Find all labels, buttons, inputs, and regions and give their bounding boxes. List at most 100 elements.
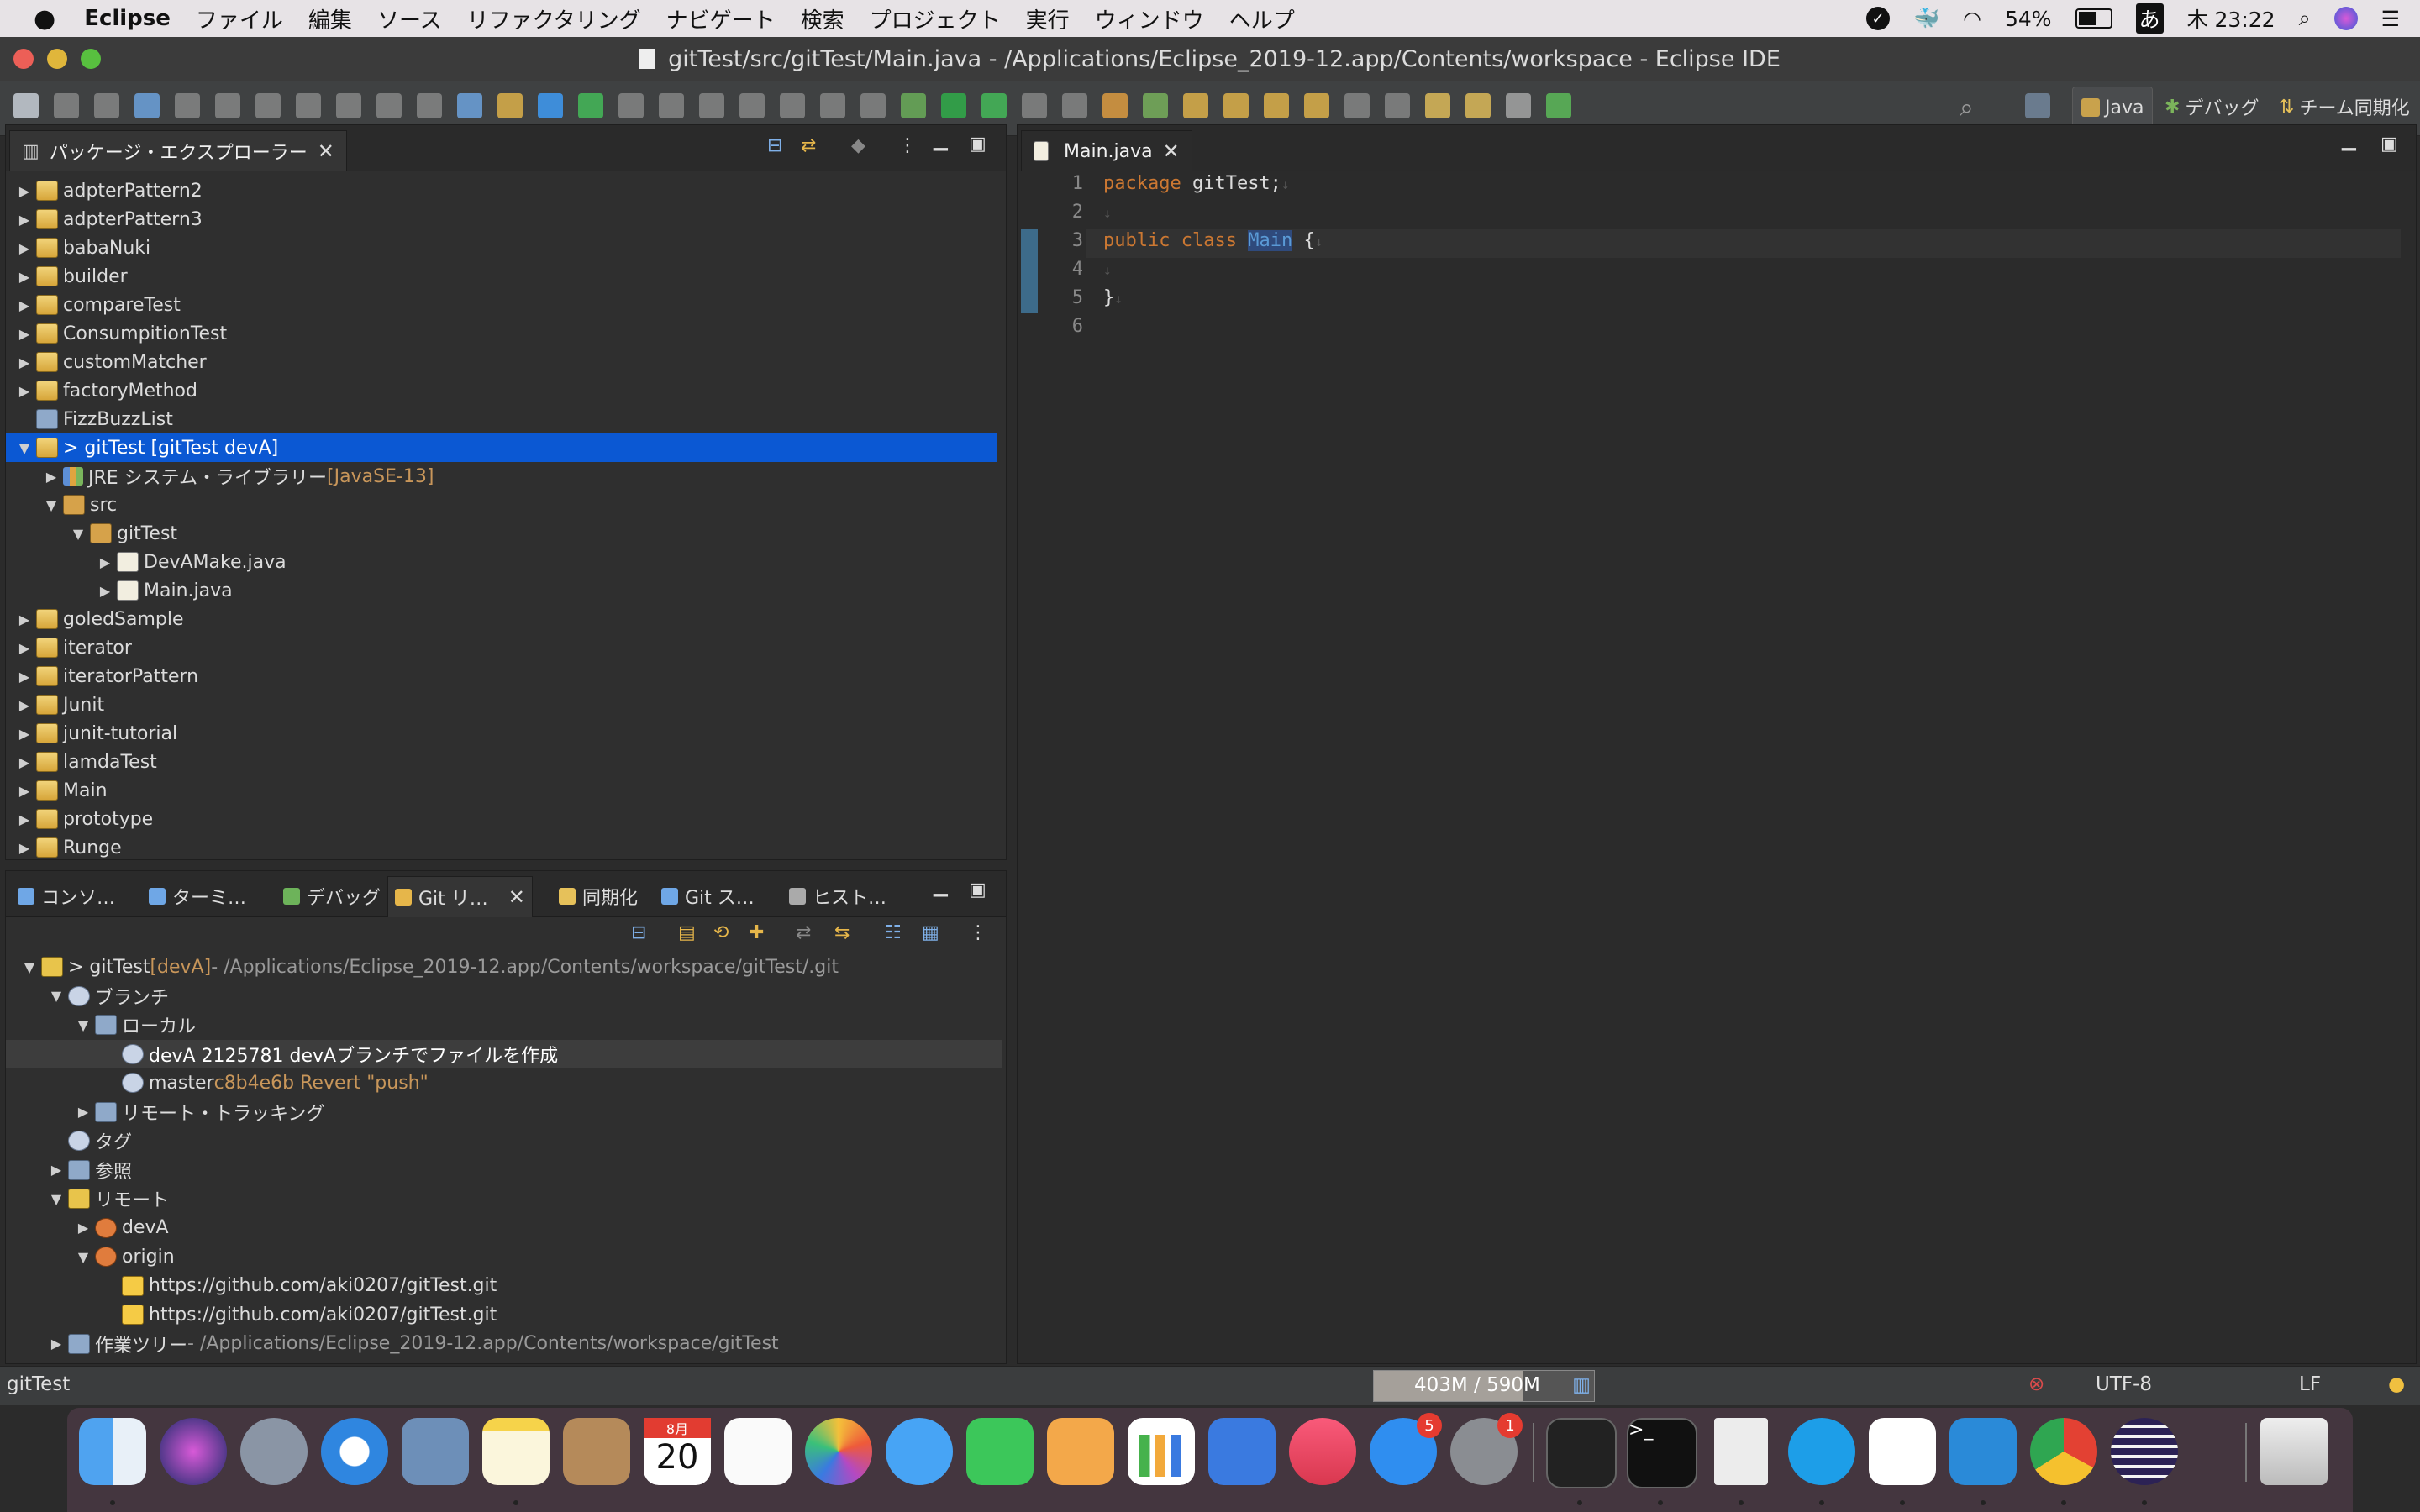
settings-icon[interactable] — [538, 93, 563, 118]
menu-item[interactable]: 編集 — [308, 3, 352, 34]
suspend-icon[interactable] — [215, 93, 240, 118]
line-delimiter-indicator[interactable]: LF — [2299, 1373, 2321, 1395]
code-editor[interactable]: 1 package gitTest;↓ 2 ↓ 3 public class Main {… — [1038, 169, 2399, 1345]
menu-item[interactable]: ファイル — [196, 3, 283, 34]
run-icon[interactable] — [941, 93, 966, 118]
maximize-view-icon[interactable]: ▣ — [969, 879, 986, 900]
facetime-icon[interactable] — [966, 1418, 1034, 1485]
disconnect-icon[interactable] — [296, 93, 321, 118]
reminders-icon[interactable] — [724, 1418, 792, 1485]
run-external-icon[interactable] — [981, 93, 1007, 118]
menu-item[interactable]: ソース — [377, 3, 442, 34]
close-tab-icon[interactable]: ✕ — [1163, 139, 1180, 163]
menu-item[interactable]: ウィンドウ — [1095, 3, 1204, 34]
code-line[interactable]: 5}↓ — [1038, 283, 1123, 312]
menubar-clock[interactable]: 木 23:22 — [2187, 3, 2275, 34]
save-all-icon[interactable] — [94, 93, 119, 118]
checkmark-icon[interactable]: ✓ — [1866, 7, 1890, 30]
minimize-window-button[interactable] — [47, 49, 67, 69]
notes-icon[interactable] — [482, 1418, 550, 1485]
expanded-chevron-icon[interactable]: ▼ — [48, 1191, 65, 1207]
brush-icon[interactable] — [1304, 93, 1329, 118]
tab-terminal[interactable]: ターミ… — [142, 876, 253, 916]
use-step-filters-icon[interactable] — [497, 93, 523, 118]
refresh-icon[interactable]: ⇄ — [796, 922, 811, 943]
siri-app-icon[interactable] — [160, 1418, 227, 1485]
terminal-icon[interactable] — [134, 93, 160, 118]
terminal-icon[interactable]: >_ — [1627, 1418, 1697, 1488]
finder-icon[interactable] — [79, 1418, 146, 1485]
toggle-breakpoint-icon[interactable] — [618, 93, 644, 118]
view-menu-icon[interactable]: ⋮ — [969, 922, 987, 943]
app-store-icon[interactable]: 5 — [1370, 1413, 1442, 1485]
collapsed-chevron-icon[interactable]: ▶ — [48, 1162, 65, 1178]
tree-item[interactable]: ▶ builder — [6, 262, 128, 291]
tab-synchronize[interactable]: 同期化 — [552, 876, 644, 916]
create-repository-icon[interactable]: ✚ — [749, 922, 764, 943]
tree-item[interactable]: ▶ goledSample — [6, 605, 184, 633]
link-with-editor-icon[interactable]: ⇄ — [801, 135, 816, 156]
toggle-whitespace-icon[interactable] — [860, 93, 886, 118]
zoom-window-button[interactable] — [81, 49, 101, 69]
pilcrow-icon[interactable] — [820, 93, 845, 118]
step-return-icon[interactable] — [417, 93, 442, 118]
contacts-icon[interactable] — [563, 1418, 630, 1485]
tree-item[interactable]: ▶ customMatcher — [6, 348, 207, 376]
new-java-package-icon[interactable] — [1102, 93, 1128, 118]
collapsed-chevron-icon[interactable]: ▶ — [16, 669, 33, 685]
tree-item[interactable]: ▼ src — [6, 491, 117, 519]
menu-app-name[interactable]: Eclipse — [84, 6, 171, 31]
pages-icon[interactable] — [1047, 1418, 1114, 1485]
debug-icon[interactable] — [901, 93, 926, 118]
collapsed-chevron-icon[interactable]: ▶ — [16, 183, 33, 199]
new-java-class-icon[interactable] — [1143, 93, 1168, 118]
vscode-icon[interactable] — [1949, 1418, 2017, 1485]
focus-task-icon[interactable]: ◆ — [851, 135, 865, 156]
git-tree-item[interactable]: devA 2125781 devAブランチでファイルを作成 — [6, 1039, 1002, 1068]
back-icon[interactable] — [1465, 93, 1491, 118]
clone-repository-icon[interactable]: ⟲ — [713, 922, 729, 943]
external-tools-icon[interactable] — [1062, 93, 1087, 118]
git-tree-item[interactable]: ▼ origin — [6, 1242, 175, 1271]
maximize-editor-icon[interactable]: ▣ — [2381, 134, 2398, 155]
wifi-icon[interactable]: ◠ — [1963, 7, 1981, 31]
close-window-button[interactable] — [13, 49, 34, 69]
collapsed-chevron-icon[interactable]: ▶ — [16, 612, 33, 627]
error-log-icon[interactable]: ⊗ — [2028, 1373, 2044, 1395]
collapsed-chevron-icon[interactable]: ▶ — [16, 326, 33, 342]
tree-item[interactable]: ▼ gitTest — [6, 519, 177, 548]
git-tree-item[interactable]: https://github.com/aki0207/gitTest.git — [6, 1272, 497, 1300]
collapsed-chevron-icon[interactable]: ▶ — [16, 383, 33, 399]
collapsed-chevron-icon[interactable]: ▶ — [75, 1104, 92, 1120]
git-tree-item[interactable]: master c8b4e6b Revert "push" — [6, 1068, 429, 1097]
search-icon[interactable]: ⌕ — [1960, 93, 1974, 123]
view-menu-icon[interactable]: ⋮ — [898, 135, 917, 156]
layout-icon[interactable] — [780, 93, 805, 118]
perspective-team-sync[interactable]: ⇅ チーム同期化 — [2279, 93, 2410, 120]
tree-item[interactable]: ▶ ConsumpitionTest — [6, 319, 227, 348]
build-icon[interactable] — [739, 93, 765, 118]
safari-icon[interactable] — [321, 1418, 388, 1485]
tree-item[interactable]: ▶ iteratorPattern — [6, 662, 198, 690]
tree-item[interactable]: ▶ junit-tutorial — [6, 719, 177, 748]
tab-git-repositories[interactable]: Git リ… ✕ — [387, 876, 533, 917]
minimize-view-icon[interactable]: ▁ — [934, 876, 948, 897]
tree-item[interactable]: ▼ > gitTest [gitTest devA] — [6, 433, 997, 462]
spotlight-search-icon[interactable]: ⌕ — [2299, 6, 2311, 31]
pin-editor-icon[interactable] — [1546, 93, 1571, 118]
collapsed-chevron-icon[interactable]: ▶ — [16, 726, 33, 742]
garbage-collect-icon[interactable]: ▥ — [1572, 1374, 1591, 1396]
menu-item[interactable]: 検索 — [801, 3, 844, 34]
tree-item[interactable]: ▶ DevAMake.java — [6, 548, 287, 576]
collapsed-chevron-icon[interactable]: ▶ — [16, 297, 33, 313]
tree-item[interactable]: ▶ adpterPattern2 — [6, 176, 203, 205]
photos-icon[interactable] — [805, 1418, 872, 1485]
next-annotation-icon[interactable] — [1344, 93, 1370, 118]
minimize-editor-icon[interactable]: ▁ — [2342, 130, 2356, 151]
menu-item[interactable]: プロジェクト — [870, 3, 1001, 34]
apple-icon[interactable]: ● — [34, 4, 55, 34]
document-file-icon[interactable] — [1714, 1418, 1768, 1485]
expanded-chevron-icon[interactable]: ▼ — [70, 526, 87, 542]
collapsed-chevron-icon[interactable]: ▶ — [48, 1336, 65, 1352]
notification-center-icon[interactable]: ☰ — [2381, 7, 2400, 31]
